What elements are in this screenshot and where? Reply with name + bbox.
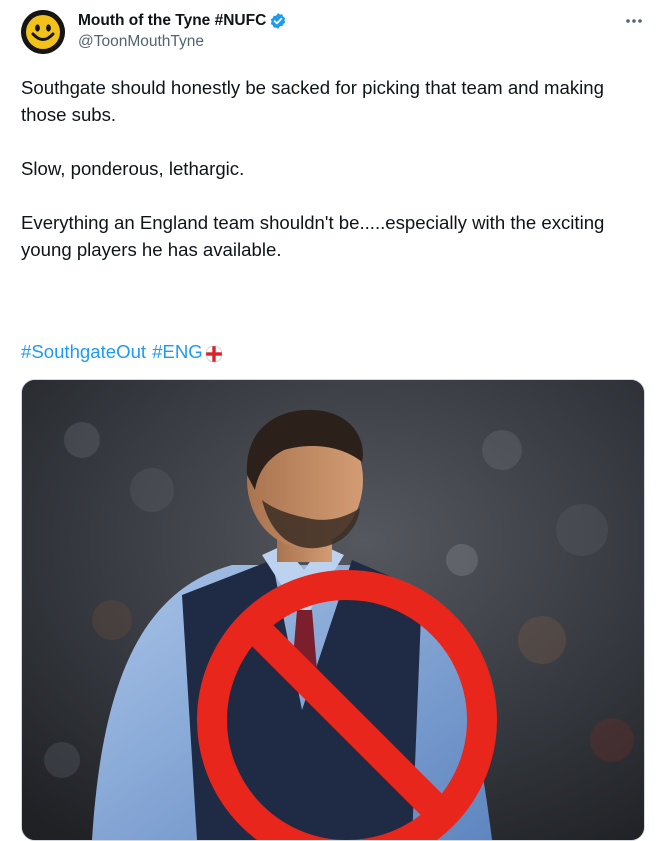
tweet-media-image[interactable]	[21, 379, 645, 841]
author-display-name[interactable]: Mouth of the Tyne #NUFC	[78, 12, 266, 30]
smiley-face-icon	[21, 10, 65, 54]
verified-badge-icon	[269, 12, 287, 30]
hashtag-eng[interactable]: #ENG	[152, 338, 203, 365]
more-dots-icon	[626, 19, 642, 23]
tweet-paragraph: Slow, ponderous, lethargic.	[21, 158, 245, 179]
tweet-paragraph: Southgate should honestly be sacked for …	[21, 77, 604, 125]
hashtag-southgateout[interactable]: #SouthgateOut	[21, 338, 146, 365]
tweet-paragraph: Everything an England team shouldn't be.…	[21, 212, 605, 260]
author-handle[interactable]: @ToonMouthTyne	[78, 33, 287, 51]
tweet-header: Mouth of the Tyne #NUFC @ToonMouthTyne	[78, 11, 287, 51]
photo	[22, 380, 644, 840]
tweet-card: Mouth of the Tyne #NUFC @ToonMouthTyne S…	[0, 0, 661, 841]
more-options-button[interactable]	[623, 12, 645, 30]
hashtag-line: #SouthgateOut #ENG	[21, 338, 223, 365]
name-row: Mouth of the Tyne #NUFC	[78, 11, 287, 31]
tweet-text: Southgate should honestly be sacked for …	[21, 74, 641, 290]
england-flag-icon	[205, 343, 223, 362]
avatar[interactable]	[21, 10, 65, 54]
